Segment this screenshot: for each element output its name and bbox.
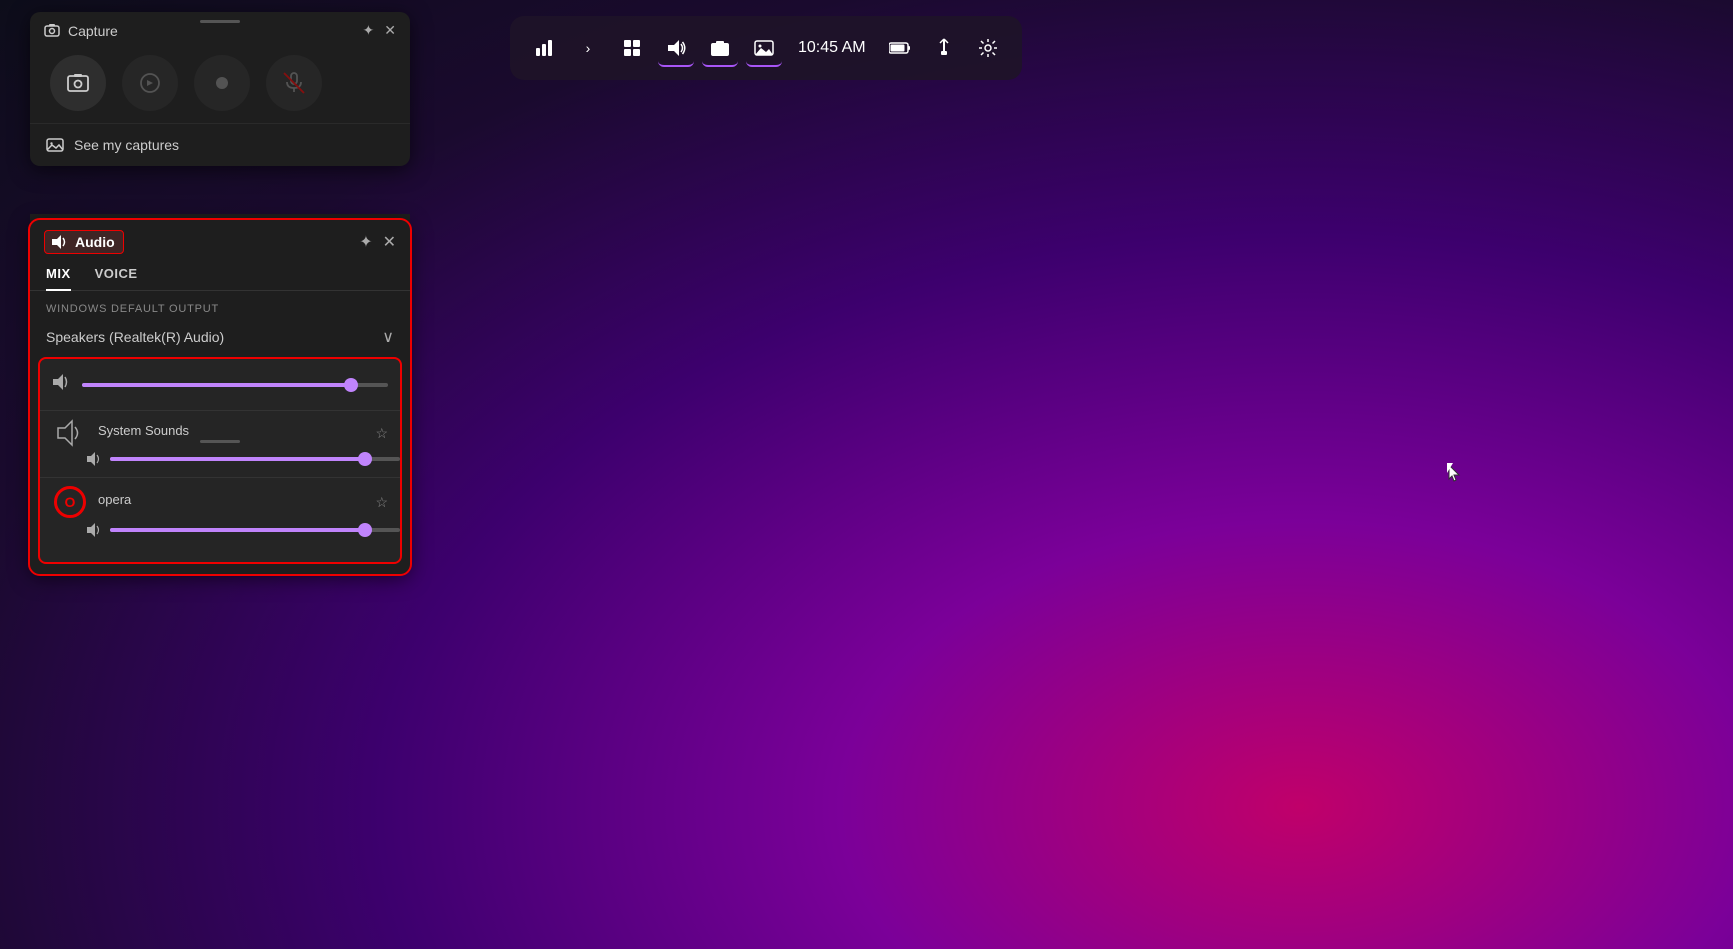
audio-device-select[interactable]: Speakers (Realtek(R) Audio) ∨ xyxy=(30,321,410,359)
opera-volume-thumb[interactable] xyxy=(358,523,372,537)
audio-pin-icon[interactable]: ✦ xyxy=(359,232,372,252)
system-sounds-icon-area xyxy=(52,419,88,447)
audio-device-arrow-icon: ∨ xyxy=(382,327,394,347)
audio-section-label: WINDOWS DEFAULT OUTPUT xyxy=(30,291,410,321)
tab-voice[interactable]: VOICE xyxy=(95,266,138,290)
camera-icon[interactable] xyxy=(702,31,738,67)
system-sounds-vol-icon xyxy=(86,451,102,467)
audio-close-icon[interactable]: ✕ xyxy=(383,232,396,252)
chart-icon[interactable] xyxy=(526,30,562,66)
gallery-small-icon xyxy=(46,136,64,154)
opera-row: O opera ☆ xyxy=(40,477,400,522)
volume-icon[interactable] xyxy=(658,31,694,67)
master-volume-icon xyxy=(52,373,72,396)
volume-mixer: System Sounds ☆ O opera ☆ xyxy=(40,359,400,562)
master-volume-row xyxy=(40,359,400,410)
opera-volume-slider[interactable] xyxy=(110,528,400,532)
tab-mix[interactable]: MIX xyxy=(46,266,71,291)
opera-icon: O xyxy=(54,486,86,518)
see-captures-button[interactable]: See my captures xyxy=(30,123,410,166)
opera-vol-icon xyxy=(86,522,102,538)
audio-panel-header: Audio ✦ ✕ xyxy=(30,220,410,262)
audio-panel-title: Audio xyxy=(44,230,124,254)
opera-icon-area: O xyxy=(52,486,88,518)
audio-drag-handle xyxy=(200,440,240,443)
screenshot-icon xyxy=(66,71,90,95)
capture-icon xyxy=(44,23,60,39)
opera-slider-row xyxy=(40,522,400,548)
master-volume-thumb[interactable] xyxy=(344,378,358,392)
gallery-icon[interactable] xyxy=(746,31,782,67)
pin-icon[interactable]: ✦ xyxy=(363,22,375,39)
audio-device-name: Speakers (Realtek(R) Audio) xyxy=(46,329,224,345)
mixer-bottom-spacing xyxy=(40,548,400,562)
system-sounds-volume-thumb[interactable] xyxy=(358,452,372,466)
mic-mute-icon xyxy=(282,71,306,95)
record-circle-button[interactable] xyxy=(194,55,250,111)
audio-panel: Audio ✦ ✕ MIX VOICE WINDOWS DEFAULT OUTP… xyxy=(30,220,410,574)
see-captures-label: See my captures xyxy=(74,137,179,153)
drag-handle xyxy=(200,20,240,23)
settings-icon[interactable] xyxy=(970,30,1006,66)
opera-name: opera xyxy=(98,492,365,507)
audio-title-text: Audio xyxy=(75,234,115,250)
system-sounds-slider-row xyxy=(40,451,400,477)
master-volume-slider[interactable] xyxy=(82,383,388,387)
capture-title-text: Capture xyxy=(68,23,118,39)
record-circle-icon xyxy=(210,71,234,95)
opera-star-icon[interactable]: ☆ xyxy=(375,494,388,511)
capture-tools xyxy=(30,47,410,123)
opera-volume-fill xyxy=(110,528,365,532)
master-volume-fill xyxy=(82,383,351,387)
close-icon[interactable]: ✕ xyxy=(384,22,396,39)
audio-tabs: MIX VOICE xyxy=(30,262,410,291)
system-sounds-icon xyxy=(56,419,84,447)
capture-panel-title: Capture xyxy=(44,23,118,39)
clock-time: 10:45 AM xyxy=(798,39,866,57)
system-sounds-star-icon[interactable]: ☆ xyxy=(375,425,388,442)
record-icon xyxy=(138,71,162,95)
system-sounds-volume-slider[interactable] xyxy=(110,457,400,461)
capture-panel-header: Capture ✦ ✕ xyxy=(30,12,410,47)
mic-mute-button[interactable] xyxy=(266,55,322,111)
battery-icon xyxy=(882,30,918,66)
usb-icon xyxy=(926,30,962,66)
chevron-right-icon[interactable]: › xyxy=(570,30,606,66)
audio-panel-actions: ✦ ✕ xyxy=(359,232,396,252)
record-button[interactable] xyxy=(122,55,178,111)
top-bar: › 10:45 AM xyxy=(510,16,1022,80)
capture-panel: Capture ✦ ✕ xyxy=(30,12,410,166)
audio-icon xyxy=(51,234,67,250)
opera-info: opera xyxy=(98,492,365,513)
system-sounds-volume-fill xyxy=(110,457,365,461)
screenshot-button[interactable] xyxy=(50,55,106,111)
grid-icon[interactable] xyxy=(614,30,650,66)
capture-panel-actions: ✦ ✕ xyxy=(363,22,396,39)
